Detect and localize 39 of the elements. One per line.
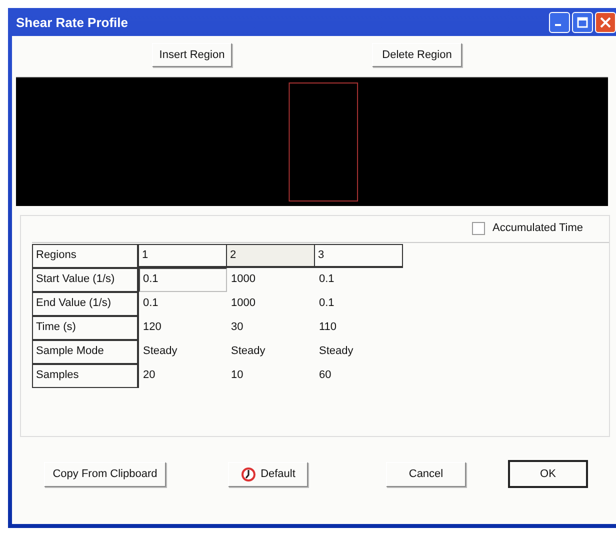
table-cell[interactable]: 60 — [315, 364, 403, 388]
window-title: Shear Rate Profile — [16, 14, 128, 30]
maximize-icon — [577, 16, 588, 28]
cancel-button[interactable]: Cancel — [386, 462, 466, 486]
close-icon — [600, 16, 611, 28]
table-cell[interactable]: 10 — [227, 364, 315, 388]
table-cell[interactable]: Steady — [315, 340, 403, 364]
maximize-button[interactable] — [572, 12, 593, 32]
selected-region[interactable] — [288, 82, 358, 202]
table-cell[interactable]: 0.1 — [315, 268, 403, 292]
copy-button[interactable]: Copy From Clipboard — [44, 462, 166, 486]
minimize-icon — [555, 24, 561, 26]
table-cell[interactable]: Steady — [139, 340, 227, 364]
table-cell[interactable]: 0.1 — [139, 268, 227, 292]
close-button[interactable] — [595, 12, 616, 32]
minimize-button[interactable] — [549, 12, 570, 32]
column-header[interactable]: 3 — [315, 244, 403, 268]
row-header: Sample Mode — [32, 340, 139, 364]
row-header: End Value (1/s) — [32, 292, 139, 316]
delete-region-button[interactable]: Delete Region — [372, 43, 462, 67]
table-cell[interactable]: 1000 — [227, 268, 315, 292]
checkbox-label: Accumulated Time — [492, 222, 583, 234]
row-header: Time (s) — [32, 316, 139, 340]
row-header: Samples — [32, 364, 139, 388]
ok-button[interactable]: OK — [508, 460, 588, 488]
row-header: Start Value (1/s) — [32, 268, 139, 292]
column-header[interactable]: 2 — [227, 244, 315, 268]
table-cell[interactable]: 0.1 — [139, 292, 227, 316]
table-cell[interactable]: 0.1 — [315, 292, 403, 316]
insert-region-button[interactable]: Insert Region — [152, 43, 232, 67]
table-cell[interactable]: 1000 — [227, 292, 315, 316]
row-header: Regions — [32, 244, 139, 268]
table-cell[interactable]: Steady — [227, 340, 315, 364]
table-cell[interactable]: 30 — [227, 316, 315, 340]
table-cell[interactable]: 20 — [139, 364, 227, 388]
table-cell[interactable]: 120 — [139, 316, 227, 340]
accumulated-time-checkbox[interactable] — [472, 222, 485, 234]
table-cell[interactable]: 110 — [315, 316, 403, 340]
default-button[interactable]: Default — [228, 462, 308, 486]
